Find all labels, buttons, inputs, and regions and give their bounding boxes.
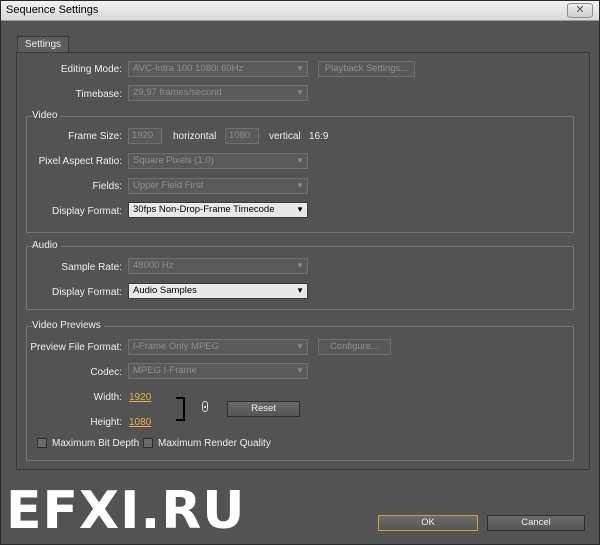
width-value[interactable]: 1920 bbox=[129, 392, 151, 403]
link-chain-icon[interactable] bbox=[202, 401, 208, 412]
chevron-down-icon: ▼ bbox=[296, 261, 304, 270]
tab-settings[interactable]: Settings bbox=[17, 36, 69, 52]
video-display-format-value: 30fps Non-Drop-Frame Timecode bbox=[133, 204, 275, 215]
max-bit-depth-checkbox[interactable] bbox=[37, 438, 47, 448]
audio-display-format-label: Display Format: bbox=[51, 287, 122, 298]
chevron-down-icon: ▼ bbox=[296, 64, 304, 73]
fields-dropdown[interactable]: Upper Field First ▼ bbox=[128, 178, 308, 194]
pixel-aspect-label: Pixel Aspect Ratio: bbox=[38, 156, 122, 167]
fields-label: Fields: bbox=[92, 181, 122, 192]
codec-label: Codec: bbox=[90, 367, 122, 378]
width-label: Width: bbox=[93, 392, 122, 403]
codec-value: MPEG I-Frame bbox=[133, 365, 197, 376]
video-display-format-label: Display Format: bbox=[51, 206, 122, 217]
height-value[interactable]: 1080 bbox=[129, 417, 151, 428]
pixel-aspect-dropdown[interactable]: Square Pixels (1.0) ▼ bbox=[128, 153, 308, 169]
frame-height-field[interactable]: 1080 bbox=[225, 128, 259, 144]
preview-file-format-dropdown[interactable]: I-Frame Only MPEG ▼ bbox=[128, 339, 308, 355]
preview-file-format-label: Preview File Format: bbox=[30, 342, 122, 353]
timebase-value: 29,97 frames/second bbox=[133, 87, 222, 98]
close-button[interactable]: ✕ bbox=[567, 3, 593, 18]
chevron-down-icon: ▼ bbox=[296, 342, 304, 351]
timebase-dropdown[interactable]: 29,97 frames/second ▼ bbox=[128, 85, 308, 101]
vertical-label: vertical bbox=[269, 131, 301, 142]
video-display-format-dropdown[interactable]: 30fps Non-Drop-Frame Timecode ▼ bbox=[128, 202, 308, 218]
preview-file-format-value: I-Frame Only MPEG bbox=[133, 341, 220, 352]
playback-settings-button[interactable]: Playback Settings... bbox=[318, 61, 415, 77]
sample-rate-dropdown[interactable]: 48000 Hz ▼ bbox=[128, 258, 308, 274]
sample-rate-label: Sample Rate: bbox=[61, 262, 122, 273]
configure-button[interactable]: Configure... bbox=[318, 339, 391, 355]
audio-group-title: Audio bbox=[32, 240, 61, 251]
chevron-down-icon: ▼ bbox=[296, 205, 304, 214]
watermark-text: EFXI.RU bbox=[6, 481, 246, 541]
audio-display-format-value: Audio Samples bbox=[133, 285, 197, 296]
chevron-down-icon: ▼ bbox=[296, 286, 304, 295]
video-group-title: Video bbox=[32, 110, 61, 121]
chevron-down-icon: ▼ bbox=[296, 156, 304, 165]
max-render-quality-label: Maximum Render Quality bbox=[158, 438, 271, 449]
chevron-down-icon: ▼ bbox=[296, 88, 304, 97]
chevron-down-icon: ▼ bbox=[296, 181, 304, 190]
cancel-button[interactable]: Cancel bbox=[487, 515, 585, 531]
max-bit-depth-label: Maximum Bit Depth bbox=[52, 438, 140, 449]
frame-size-label: Frame Size: bbox=[68, 131, 122, 142]
editing-mode-value: AVC-Intra 100 1080i 60Hz bbox=[133, 63, 244, 74]
editing-mode-dropdown[interactable]: AVC-Intra 100 1080i 60Hz ▼ bbox=[128, 61, 308, 77]
timebase-label: Timebase: bbox=[75, 89, 122, 100]
dimension-link-bracket bbox=[176, 397, 185, 421]
audio-display-format-dropdown[interactable]: Audio Samples ▼ bbox=[128, 283, 308, 299]
window-title: Sequence Settings bbox=[6, 4, 99, 16]
audio-group bbox=[26, 246, 574, 310]
sequence-settings-window: Sequence Settings ✕ Settings Editing Mod… bbox=[0, 0, 600, 545]
ok-button[interactable]: OK bbox=[378, 515, 478, 531]
editing-mode-label: Editing Mode: bbox=[60, 64, 122, 75]
horizontal-label: horizontal bbox=[173, 131, 217, 142]
pixel-aspect-value: Square Pixels (1.0) bbox=[133, 155, 214, 166]
title-bar: Sequence Settings ✕ bbox=[1, 1, 599, 21]
reset-button[interactable]: Reset bbox=[227, 401, 300, 417]
frame-width-field[interactable]: 1920 bbox=[128, 128, 162, 144]
aspect-ratio-text: 16:9 bbox=[309, 131, 329, 142]
fields-value: Upper Field First bbox=[133, 180, 204, 191]
chevron-down-icon: ▼ bbox=[296, 366, 304, 375]
sample-rate-value: 48000 Hz bbox=[133, 260, 174, 271]
height-label: Height: bbox=[90, 417, 122, 428]
codec-dropdown[interactable]: MPEG I-Frame ▼ bbox=[128, 363, 308, 379]
max-render-quality-checkbox[interactable] bbox=[143, 438, 153, 448]
video-previews-group-title: Video Previews bbox=[32, 320, 104, 331]
